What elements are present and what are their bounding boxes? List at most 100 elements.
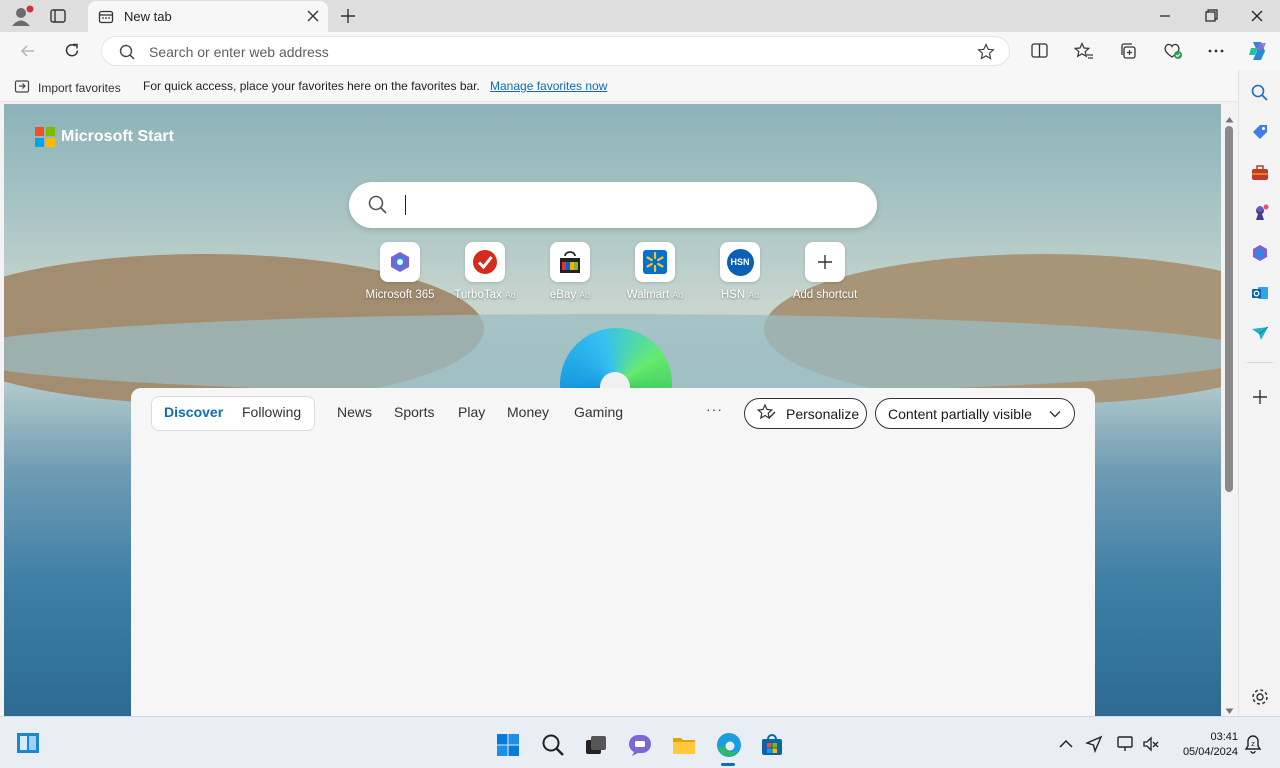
add-sidebar-app-icon[interactable] — [1250, 387, 1270, 412]
new-tab-icon — [98, 9, 114, 30]
back-icon[interactable] — [18, 41, 38, 66]
search-icon[interactable] — [1250, 83, 1270, 108]
microsoft365-sidebar-icon[interactable] — [1250, 243, 1270, 268]
ad-badge: Ad — [504, 290, 516, 300]
more-options-icon[interactable] — [1206, 42, 1226, 65]
shortcut-label: eBay — [549, 289, 577, 301]
split-screen-icon[interactable] — [1030, 42, 1050, 65]
svg-text:z: z — [1251, 740, 1255, 748]
add-shortcut-button[interactable]: Add shortcut — [780, 242, 870, 301]
favorite-star-icon[interactable] — [977, 43, 995, 66]
manage-favorites-link[interactable]: Manage favorites now — [490, 79, 607, 93]
edge-taskbar-icon[interactable] — [716, 732, 742, 763]
hsn-badge: HSN — [726, 248, 754, 276]
browser-toolbar: Search or enter web address — [0, 32, 1280, 70]
scrollbar-thumb[interactable] — [1225, 126, 1233, 492]
personalize-label: Personalize — [786, 405, 860, 422]
sidebar-divider — [1247, 362, 1273, 363]
tab-sports[interactable]: Sports — [394, 404, 434, 420]
clock-date: 05/04/2024 — [1182, 746, 1238, 758]
outlook-icon[interactable] — [1250, 283, 1270, 308]
start-icon[interactable] — [496, 733, 520, 762]
ad-badge: Ad — [672, 290, 684, 300]
favorites-hint: For quick access, place your favorites h… — [143, 79, 480, 93]
refresh-icon[interactable] — [62, 41, 82, 66]
import-favorites-label: Import favorites — [38, 80, 121, 95]
import-icon — [14, 78, 30, 97]
notifications-icon[interactable]: z — [1244, 734, 1262, 759]
search-icon — [118, 43, 136, 66]
walmart-icon — [635, 242, 675, 282]
shortcut-microsoft-365[interactable]: Microsoft 365 — [355, 242, 445, 301]
search-icon[interactable] — [541, 733, 565, 762]
favorites-bar: Import favorites For quick access, place… — [0, 70, 1280, 102]
browser-essentials-icon[interactable] — [1163, 42, 1183, 65]
tab-following[interactable]: Following — [242, 404, 301, 420]
page-scrollbar[interactable] — [1221, 104, 1238, 716]
ad-badge: Ad — [748, 290, 760, 300]
close-tab-icon[interactable] — [306, 9, 320, 28]
visibility-label: Content partially visible — [888, 405, 1032, 422]
volume-muted-icon[interactable] — [1142, 735, 1160, 758]
new-tab-button[interactable] — [338, 6, 358, 31]
shortcut-label: Add shortcut — [792, 289, 858, 301]
tab-title: New tab — [124, 9, 172, 24]
drop-icon[interactable] — [1250, 323, 1270, 348]
clock-time: 03:41 — [1210, 731, 1238, 743]
search-icon — [367, 194, 389, 221]
tab-new-tab[interactable]: New tab — [88, 1, 328, 32]
shortcut-walmart[interactable]: Walmart Ad — [610, 242, 700, 301]
sidebar-settings-icon[interactable] — [1250, 687, 1270, 712]
tab-actions-icon[interactable] — [48, 6, 72, 26]
windows-taskbar: 03:41 05/04/2024 z — [0, 716, 1280, 768]
text-cursor — [405, 195, 406, 215]
copilot-icon[interactable] — [1246, 39, 1270, 68]
turbotax-icon — [465, 242, 505, 282]
tools-icon[interactable] — [1250, 163, 1270, 188]
widgets-icon[interactable] — [16, 732, 40, 759]
content-visibility-dropdown[interactable]: Content partially visible — [875, 398, 1075, 429]
minimize-icon[interactable] — [1155, 7, 1175, 25]
address-bar[interactable]: Search or enter web address — [101, 36, 1010, 66]
location-icon[interactable] — [1084, 735, 1103, 758]
personalize-button[interactable]: Personalize — [744, 398, 867, 429]
web-search-box[interactable] — [349, 182, 877, 228]
network-icon[interactable] — [1116, 735, 1134, 758]
tab-money[interactable]: Money — [507, 404, 549, 420]
more-categories-button[interactable]: ··· — [706, 401, 723, 417]
tab-discover[interactable]: Discover — [164, 404, 223, 420]
shortcut-ebay[interactable]: eBay Ad — [525, 242, 615, 301]
collections-icon[interactable] — [1119, 42, 1139, 65]
close-window-icon[interactable] — [1247, 7, 1267, 25]
shortcut-turbotax[interactable]: TurboTax Ad — [440, 242, 530, 301]
address-placeholder: Search or enter web address — [149, 44, 329, 60]
shortcut-label: HSN — [720, 289, 746, 301]
show-hidden-icons-icon[interactable] — [1058, 737, 1074, 756]
clock[interactable]: 03:41 05/04/2024 — [1176, 730, 1238, 760]
tab-strip: New tab — [0, 0, 1280, 32]
file-explorer-icon[interactable] — [672, 733, 696, 762]
news-feed-panel: Discover Following News Sports Play Mone… — [131, 388, 1095, 716]
restore-icon[interactable] — [1201, 7, 1221, 25]
microsoft365-icon — [380, 242, 420, 282]
teams-chat-icon[interactable] — [628, 733, 652, 762]
ebay-icon — [550, 242, 590, 282]
shortcut-hsn[interactable]: HSN HSN Ad — [695, 242, 785, 301]
microsoft-start-logo[interactable]: Microsoft Start — [35, 127, 174, 147]
tab-gaming[interactable]: Gaming — [574, 404, 623, 420]
new-tab-page: Microsoft Start Microsoft 365 TurboTax Ad… — [4, 104, 1221, 716]
ad-badge: Ad — [579, 290, 591, 300]
shortcut-label: Microsoft 365 — [365, 289, 435, 301]
microsoft-store-icon[interactable] — [760, 733, 784, 762]
favorites-icon[interactable] — [1073, 42, 1094, 65]
games-icon[interactable] — [1250, 203, 1270, 228]
plus-icon — [805, 242, 845, 282]
microsoft-logo-icon — [35, 127, 55, 147]
task-view-icon[interactable] — [584, 733, 608, 762]
shopping-tag-icon[interactable] — [1250, 122, 1270, 147]
tab-news[interactable]: News — [337, 404, 372, 420]
hsn-icon: HSN — [720, 242, 760, 282]
import-favorites-button[interactable]: Import favorites — [14, 78, 121, 97]
tab-play[interactable]: Play — [458, 404, 485, 420]
profile-icon[interactable] — [10, 5, 34, 27]
